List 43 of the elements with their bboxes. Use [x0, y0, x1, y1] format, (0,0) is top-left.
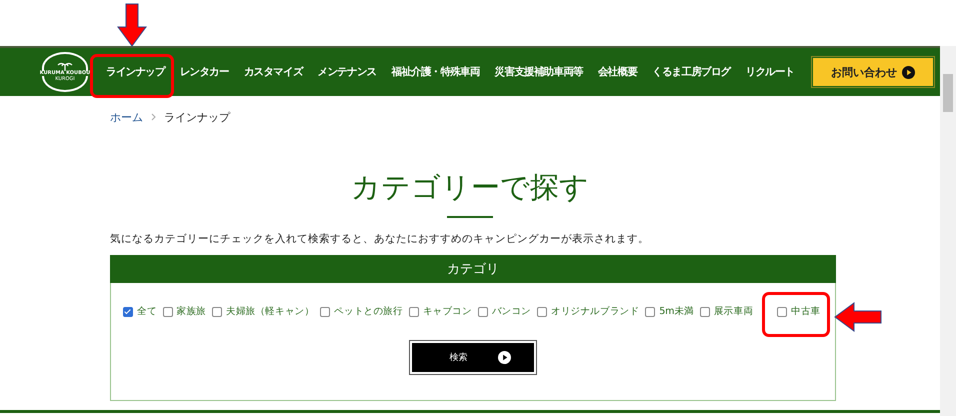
category-option[interactable]: 全て	[123, 305, 157, 318]
nav-link[interactable]: 会社概要	[598, 65, 638, 79]
checkbox[interactable]	[212, 306, 222, 316]
category-option[interactable]: 夫婦旅（軽キャン）	[212, 305, 314, 318]
contact-button[interactable]: お問い合わせ	[812, 57, 934, 87]
breadcrumb-current: ラインナップ	[164, 110, 230, 124]
panel-title: カテゴリ	[110, 255, 836, 283]
category-option[interactable]: キャブコン	[408, 305, 472, 318]
checkbox[interactable]	[478, 306, 488, 316]
category-option[interactable]: バンコン	[478, 305, 532, 318]
nav-link[interactable]: カスタマイズ	[244, 65, 303, 79]
checkbox[interactable]	[408, 306, 419, 316]
down-arrow-icon	[117, 3, 147, 47]
breadcrumb-link[interactable]: ホーム	[110, 110, 143, 124]
checkbox[interactable]	[162, 306, 173, 316]
nav-link[interactable]: メンテナンス	[318, 65, 376, 79]
nav-link[interactable]: くるま工房ブログ	[652, 65, 730, 79]
chevron-icon	[151, 113, 156, 121]
category-option[interactable]: 展示車両	[700, 305, 754, 318]
checkbox[interactable]	[700, 306, 710, 316]
nav-link[interactable]: 災害支援補助車両等	[494, 65, 583, 79]
left-arrow-icon	[834, 302, 882, 332]
palm-tree-icon	[57, 62, 73, 71]
checkbox[interactable]	[777, 306, 788, 316]
category-option[interactable]: 家族旅	[162, 305, 206, 318]
nav-link[interactable]: ラインナップ	[106, 65, 165, 79]
nav-link[interactable]: リクルート	[745, 65, 794, 79]
checkbox[interactable]	[320, 306, 330, 316]
description-text: 気になるカテゴリーにチェックを入れて検索すると、あなたにおすすめのキャンピングカーが表示されます。	[110, 232, 650, 246]
highlight-frame	[762, 292, 830, 337]
nav-link[interactable]: 福祉介護・特殊車両	[391, 65, 480, 79]
category-option[interactable]: ペットとの旅行	[320, 305, 403, 318]
play-icon	[498, 351, 510, 364]
play-icon	[902, 66, 915, 78]
search-button[interactable]: 検索	[410, 341, 536, 374]
category-option[interactable]: 5m未満	[645, 305, 694, 318]
checkbox[interactable]	[537, 306, 548, 316]
nav-link[interactable]: レンタカー	[180, 65, 229, 79]
category-option[interactable]: オリジナルブランド	[537, 305, 640, 318]
checkbox[interactable]	[645, 306, 656, 316]
category-option[interactable]: 中古車	[777, 305, 821, 318]
page-heading: カテゴリーで探す	[350, 169, 590, 206]
checkbox[interactable]	[123, 306, 133, 316]
